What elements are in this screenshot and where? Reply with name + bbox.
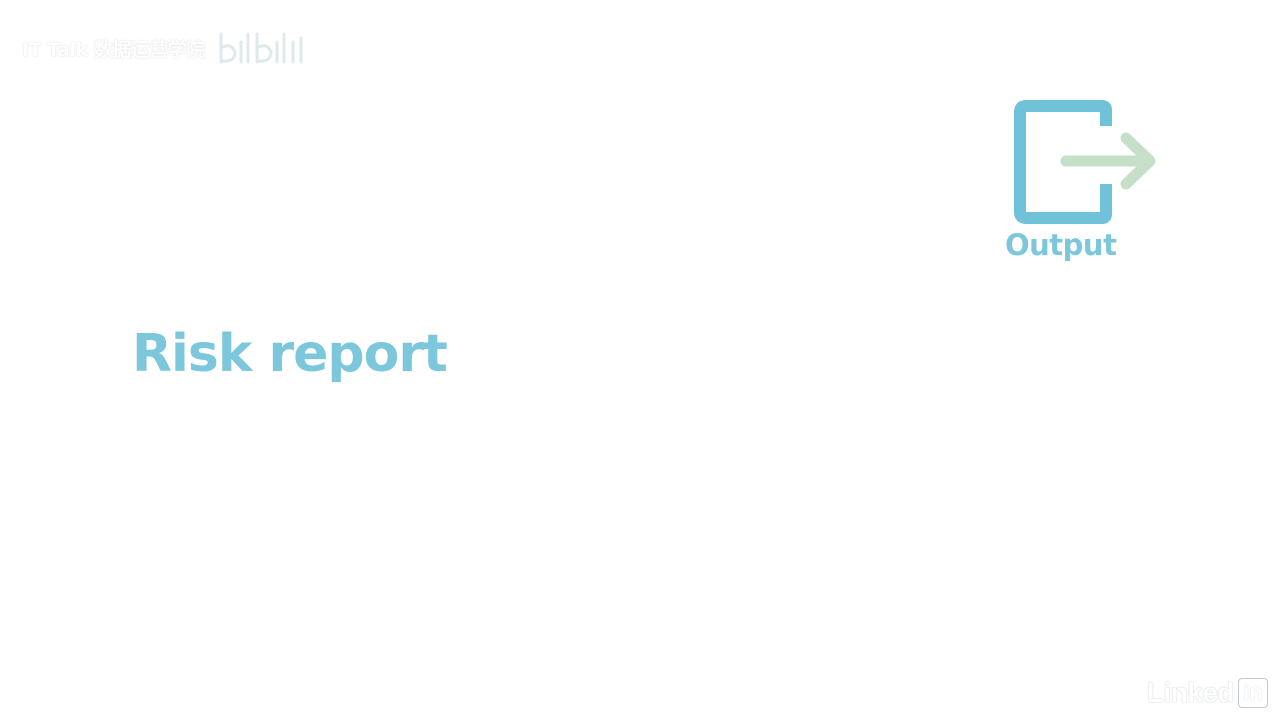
bilibili-logo-icon (219, 32, 303, 64)
linkedin-watermark: Linked in (1147, 676, 1268, 710)
watermark-text: IT Talk 数据运营学院 (22, 38, 205, 61)
linkedin-in-text: in (1243, 680, 1263, 705)
channel-watermark: IT Talk 数据运营学院 (22, 28, 309, 68)
linkedin-wordmark: Linked (1146, 677, 1235, 708)
slide-title: Risk report (132, 324, 448, 384)
output-icon (1014, 100, 1156, 224)
linkedin-in-icon: in (1238, 678, 1268, 708)
slide-canvas: IT Talk 数据运营学院 Output Risk report Linked… (0, 0, 1280, 720)
output-label: Output (1005, 228, 1117, 262)
